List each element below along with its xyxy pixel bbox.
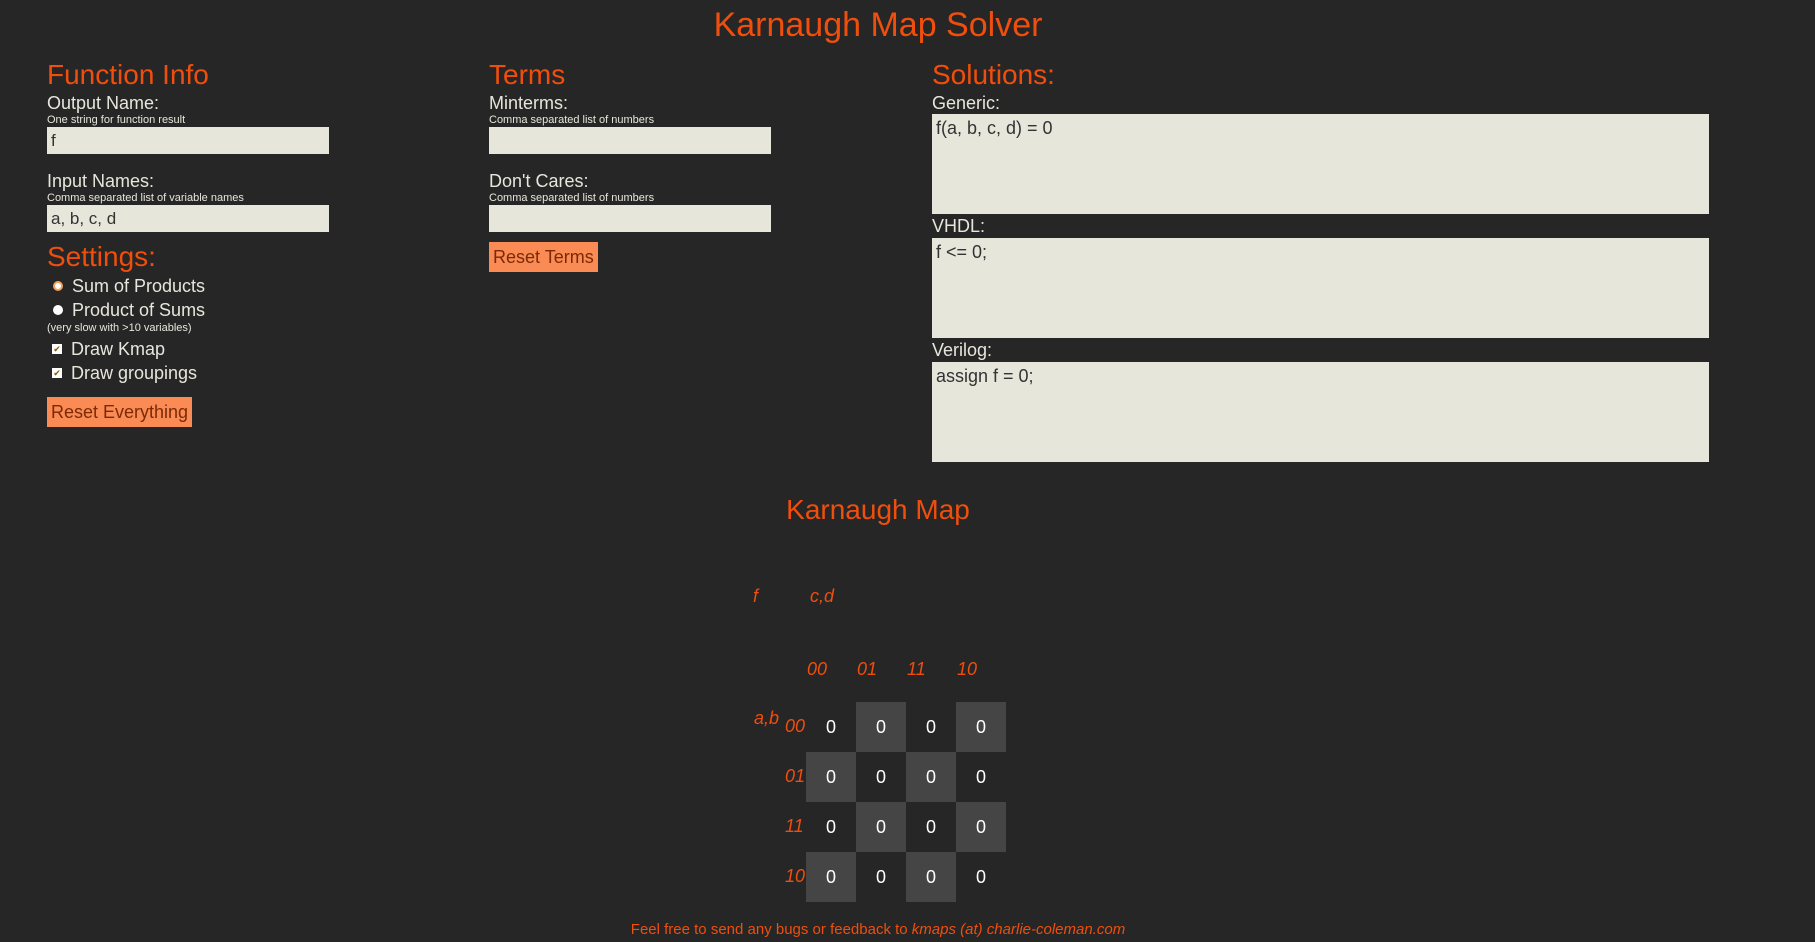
sop-radio[interactable] — [53, 281, 63, 291]
sop-label: Sum of Products — [72, 276, 206, 296]
draw-kmap-checkbox[interactable]: ✔ — [52, 344, 62, 354]
output-name-input[interactable] — [47, 127, 329, 154]
input-names-label: Input Names: — [47, 171, 155, 191]
footer-email: kmaps (at) charlie-coleman.com — [911, 921, 1126, 938]
output-name-label: Output Name: — [47, 93, 160, 113]
kmap-cell[interactable]: 0 — [956, 702, 1006, 752]
pos-radio[interactable] — [53, 305, 63, 315]
solutions-panel: Solutions: Generic: f(a, b, c, d) = 0 VH… — [932, 58, 1710, 462]
pos-option[interactable]: Product of Sums — [47, 298, 377, 322]
verilog-output[interactable]: assign f = 0; — [932, 362, 1709, 462]
kmap-cell[interactable]: 0 — [806, 752, 856, 802]
draw-kmap-option[interactable]: ✔ Draw Kmap — [47, 337, 377, 361]
generic-output[interactable]: f(a, b, c, d) = 0 — [932, 114, 1709, 214]
kmap-row-header: 00 — [785, 716, 806, 736]
function-info-panel: Function Info Output Name: One string fo… — [47, 58, 377, 427]
footer: Feel free to send any bugs or feedback t… — [0, 921, 1756, 938]
kmap-cell[interactable]: 0 — [856, 802, 906, 852]
pos-label: Product of Sums — [72, 300, 206, 320]
kmap-cell[interactable]: 0 — [856, 852, 906, 902]
kmap-cell[interactable]: 0 — [956, 802, 1006, 852]
pos-note: (very slow with >10 variables) — [47, 322, 192, 334]
kmap-col-header: 10 — [957, 659, 978, 679]
kmap-row-vars: a,b — [754, 708, 780, 728]
reset-terms-button[interactable]: Reset Terms — [489, 242, 598, 272]
generic-label: Generic: — [932, 93, 1001, 113]
kmap-cell[interactable]: 0 — [856, 752, 906, 802]
sop-option[interactable]: Sum of Products — [47, 274, 377, 298]
input-names-hint: Comma separated list of variable names — [47, 192, 244, 204]
kmap-title: Karnaugh Map — [786, 494, 970, 525]
verilog-label: Verilog: — [932, 340, 993, 360]
minterms-input[interactable] — [489, 127, 771, 154]
kmap-col-header: 00 — [807, 659, 828, 679]
kmap-cell[interactable]: 0 — [906, 702, 956, 752]
kmap-col-vars: c,d — [810, 586, 835, 606]
kmap-cell[interactable]: 0 — [806, 852, 856, 902]
settings-heading: Settings: — [47, 241, 156, 272]
terms-heading: Terms — [489, 59, 566, 90]
reset-everything-button[interactable]: Reset Everything — [47, 397, 193, 427]
terms-panel: Terms Minterms: Comma separated list of … — [489, 58, 819, 272]
kmap-cell[interactable]: 0 — [906, 852, 956, 902]
app-title: Karnaugh Map Solver — [713, 6, 1043, 44]
kmap-cell[interactable]: 0 — [856, 702, 906, 752]
vhdl-label: VHDL: — [932, 216, 986, 236]
draw-groupings-checkbox[interactable]: ✔ — [52, 368, 62, 378]
input-names-input[interactable] — [47, 205, 329, 232]
minterms-hint: Comma separated list of numbers — [489, 114, 655, 126]
solutions-heading: Solutions: — [932, 59, 1055, 90]
dontcares-input[interactable] — [489, 205, 771, 232]
kmap-row-header: 01 — [785, 766, 806, 786]
output-name-hint: One string for function result — [47, 114, 186, 126]
kmap-function-name: f — [753, 586, 759, 606]
draw-groupings-option[interactable]: ✔ Draw groupings — [47, 361, 377, 385]
vhdl-output[interactable]: f <= 0; — [932, 238, 1709, 338]
kmap-cell[interactable]: 0 — [806, 802, 856, 852]
kmap-row-header: 11 — [785, 816, 804, 836]
kmap-row-header: 10 — [785, 866, 806, 886]
dontcares-label: Don't Cares: — [489, 171, 589, 191]
kmap-cell[interactable]: 0 — [906, 802, 956, 852]
draw-kmap-label: Draw Kmap — [71, 339, 166, 359]
draw-groupings-label: Draw groupings — [71, 363, 198, 383]
kmap-cell[interactable]: 0 — [956, 752, 1006, 802]
kmap-col-header: 01 — [857, 659, 878, 679]
kmap-cell[interactable]: 0 — [806, 702, 856, 752]
footer-text: Feel free to send any bugs or feedback t… — [630, 921, 908, 938]
kmap-cell[interactable]: 0 — [956, 852, 1006, 902]
kmap-col-header: 11 — [907, 659, 926, 679]
kmap-cell[interactable]: 0 — [906, 752, 956, 802]
dontcares-hint: Comma separated list of numbers — [489, 192, 655, 204]
minterms-label: Minterms: — [489, 93, 569, 113]
function-info-heading: Function Info — [47, 59, 209, 90]
